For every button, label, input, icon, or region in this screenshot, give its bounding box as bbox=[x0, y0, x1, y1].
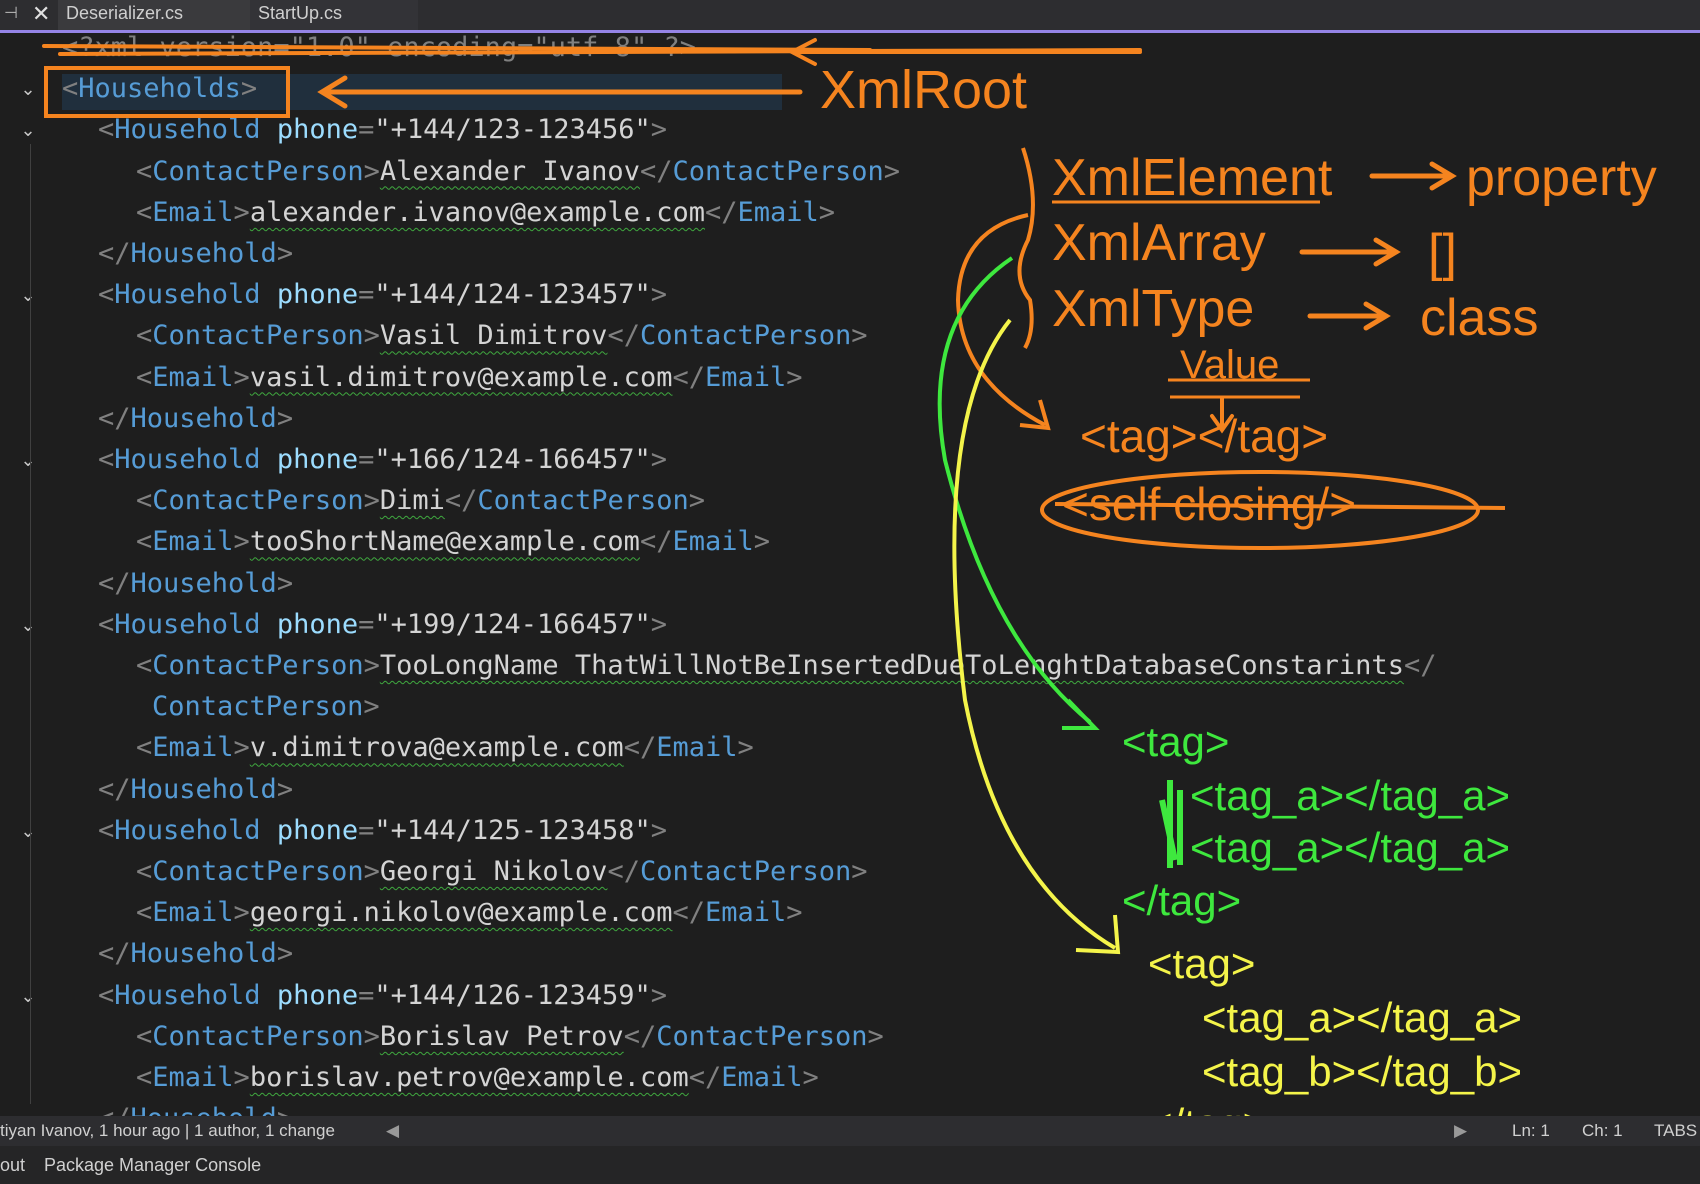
scroll-left-icon[interactable]: ◀ bbox=[386, 1116, 399, 1146]
household-open-tag[interactable]: <Household phone="+144/125-123458"> bbox=[98, 811, 667, 851]
fold-chevron-icon[interactable]: ⌄ bbox=[18, 450, 38, 470]
line-indicator[interactable]: Ln: 1 bbox=[1512, 1116, 1550, 1146]
household-close-tag[interactable]: </Household> bbox=[98, 234, 293, 274]
tab-startup[interactable]: StartUp.cs bbox=[250, 0, 418, 30]
email-line[interactable]: <Email>v.dimitrova@example.com</Email> bbox=[136, 728, 754, 768]
contact-person-line[interactable]: <ContactPerson>Alexander Ivanov</Contact… bbox=[136, 152, 900, 192]
fold-chevron-icon[interactable]: ⌄ bbox=[18, 79, 38, 99]
fold-chevron-icon[interactable]: ⌄ bbox=[18, 615, 38, 635]
close-icon[interactable]: ✕ bbox=[32, 1, 50, 27]
household-open-tag[interactable]: <Household phone="+144/123-123456"> bbox=[98, 110, 667, 150]
contact-person-line[interactable]: <ContactPerson>Borislav Petrov</ContactP… bbox=[136, 1017, 884, 1057]
household-open-tag[interactable]: <Household phone="+144/126-123459"> bbox=[98, 976, 667, 1016]
tabs-indicator[interactable]: TABS bbox=[1654, 1116, 1697, 1146]
household-close-tag[interactable]: </Household> bbox=[98, 770, 293, 810]
fold-chevron-icon[interactable]: ⌄ bbox=[18, 986, 38, 1006]
household-close-tag[interactable]: </Household> bbox=[98, 399, 293, 439]
bottom-panel-tabs: out Package Manager Console bbox=[0, 1146, 1700, 1184]
fold-chevron-icon[interactable]: ⌄ bbox=[18, 120, 38, 140]
household-open-tag[interactable]: <Household phone="+166/124-166457"> bbox=[98, 440, 667, 480]
household-close-tag[interactable]: </Household> bbox=[98, 1099, 293, 1116]
code-editor[interactable]: <?xml version="1.0" encoding="utf-8" ?> <… bbox=[0, 34, 1700, 1116]
tab-bar: ⊣ ✕ Deserializer.cs StartUp.cs bbox=[0, 0, 1700, 33]
email-line[interactable]: <Email>vasil.dimitrov@example.com</Email… bbox=[136, 358, 803, 398]
email-line[interactable]: <Email>borislav.petrov@example.com</Emai… bbox=[136, 1058, 819, 1098]
email-line[interactable]: <Email>georgi.nikolov@example.com</Email… bbox=[136, 893, 803, 933]
household-close-tag[interactable]: </Household> bbox=[98, 564, 293, 604]
status-bar: tiyan Ivanov, 1 hour ago | 1 author, 1 c… bbox=[0, 1116, 1700, 1146]
root-open-tag[interactable]: <Households> bbox=[62, 69, 257, 109]
fold-chevron-icon[interactable]: ⌄ bbox=[18, 285, 38, 305]
output-tab[interactable]: out bbox=[0, 1146, 25, 1184]
indent-guide bbox=[30, 144, 31, 1104]
package-manager-console-tab[interactable]: Package Manager Console bbox=[44, 1146, 261, 1184]
household-open-tag[interactable]: <Household phone="+199/124-166457"> bbox=[98, 605, 667, 645]
contact-person-line[interactable]: <ContactPerson>Vasil Dimitrov</ContactPe… bbox=[136, 316, 868, 356]
tab-deserializer[interactable]: Deserializer.cs bbox=[58, 0, 254, 30]
contact-person-line-wrap[interactable]: ContactPerson> bbox=[152, 687, 380, 727]
household-open-tag[interactable]: <Household phone="+144/124-123457"> bbox=[98, 275, 667, 315]
pin-icon[interactable]: ⊣ bbox=[4, 3, 18, 23]
contact-person-line[interactable]: <ContactPerson>TooLongName ThatWillNotBe… bbox=[136, 646, 1436, 686]
char-indicator[interactable]: Ch: 1 bbox=[1582, 1116, 1623, 1146]
email-line[interactable]: <Email>tooShortName@example.com</Email> bbox=[136, 522, 770, 562]
scroll-right-icon[interactable]: ▶ bbox=[1454, 1116, 1467, 1146]
contact-person-line[interactable]: <ContactPerson>Dimi</ContactPerson> bbox=[136, 481, 705, 521]
contact-person-line[interactable]: <ContactPerson>Georgi Nikolov</ContactPe… bbox=[136, 852, 868, 892]
tab-label: Deserializer.cs bbox=[66, 3, 184, 23]
email-line[interactable]: <Email>alexander.ivanov@example.com</Ema… bbox=[136, 193, 835, 233]
household-close-tag[interactable]: </Household> bbox=[98, 934, 293, 974]
xml-declaration[interactable]: <?xml version="1.0" encoding="utf-8" ?> bbox=[62, 34, 696, 68]
fold-chevron-icon[interactable]: ⌄ bbox=[18, 821, 38, 841]
git-blame-info[interactable]: tiyan Ivanov, 1 hour ago | 1 author, 1 c… bbox=[0, 1116, 335, 1146]
tab-label: StartUp.cs bbox=[258, 3, 343, 23]
